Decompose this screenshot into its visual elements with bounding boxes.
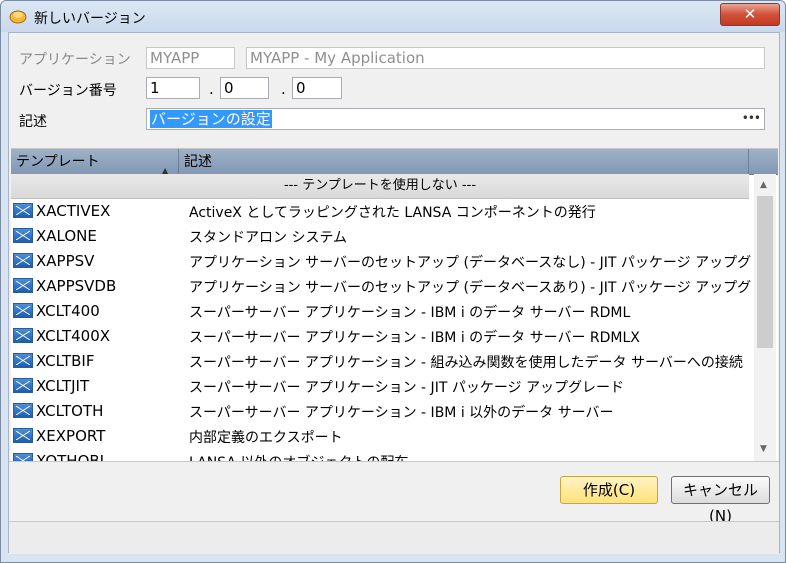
template-icon [13,303,33,318]
template-description: スーパーサーバー アプリケーション - 組み込み関数を使用したデータ サーバーへ… [189,355,743,371]
table-row[interactable]: XALONE スタンドアロン システム [11,224,751,249]
application-label: アプリケーション [19,52,131,68]
template-icon [13,278,33,293]
table-row[interactable]: XCLTJIT スーパーサーバー アプリケーション - JIT パッケージ アップ… [11,374,751,399]
version-number-label: バージョン番号 [19,83,117,99]
app-icon [9,10,27,24]
template-grid: テンプレート ▲ 記述 --- テンプレートを使用しない --- XACTIVE… [11,148,778,462]
table-row[interactable]: XCLT400X スーパーサーバー アプリケーション - IBM i のデータ サ… [11,324,751,349]
description-input[interactable]: バージョンの設定 ••• [146,108,765,130]
title-bar[interactable]: 新しいバージョン ✕ [1,1,785,32]
version-patch-input[interactable]: 0 [292,77,342,99]
template-icon [13,328,33,343]
dialog-window: 新しいバージョン ✕ アプリケーション MYAPP MYAPP - My App… [0,0,786,563]
table-row[interactable]: XACTIVEX ActiveX としてラッピングされた LANSA コンポーネン… [11,199,751,224]
version-separator: . [281,80,286,98]
template-description: アプリケーション サーバーのセットアップ (データベースなし) - JIT パッ… [189,255,751,271]
vertical-scrollbar[interactable]: ▲ ▼ [754,174,776,462]
template-name: XCLT400X [36,327,111,345]
table-row[interactable]: XAPPSVDB アプリケーション サーバーのセットアップ (データベースあり) … [11,274,751,299]
column-template-label: テンプレート [16,154,100,170]
more-button[interactable]: ••• [742,109,761,127]
template-name: XAPPSVDB [36,277,117,295]
template-icon [13,403,33,418]
close-icon: ✕ [743,5,757,23]
no-template-row[interactable]: --- テンプレートを使用しない --- [11,174,749,199]
template-icon [13,253,33,268]
scroll-thumb[interactable] [757,196,773,348]
template-name: XEXPORT [36,427,106,445]
template-description: スーパーサーバー アプリケーション - JIT パッケージ アップグレード [189,380,624,396]
template-name: XAPPSV [36,252,95,270]
window-title: 新しいバージョン [34,11,146,27]
grid-header: テンプレート ▲ 記述 [11,149,778,175]
version-major-input[interactable]: 1 [146,77,200,99]
template-description: ActiveX としてラッピングされた LANSA コンポーネントの発行 [189,205,596,221]
template-description: スーパーサーバー アプリケーション - IBM i のデータ サーバー RDML [189,305,631,321]
status-bar [9,521,779,554]
template-icon [13,378,33,393]
description-label: 記述 [19,114,47,130]
template-description: 内部定義のエクスポート [189,430,343,446]
column-header-description[interactable]: 記述 [179,149,749,174]
close-button[interactable]: ✕ [720,3,780,26]
template-name: XCLTJIT [36,377,90,395]
application-code-field: MYAPP [146,47,235,69]
template-icon [13,203,33,218]
application-name-field: MYAPP - My Application [246,47,765,69]
table-row[interactable]: XAPPSV アプリケーション サーバーのセットアップ (データベースなし) - … [11,249,751,274]
version-separator: . [209,80,214,98]
create-button[interactable]: 作成(C) [560,476,658,504]
template-name: XCLTOTH [36,402,104,420]
template-icon [13,428,33,443]
dialog-footer: 作成(C) キャンセル(N) [9,461,779,554]
template-name: XALONE [36,227,97,245]
template-icon [13,228,33,243]
template-description: スーパーサーバー アプリケーション - IBM i のデータ サーバー RDML… [189,330,640,346]
cancel-button[interactable]: キャンセル(N) [671,476,770,525]
description-text: バージョンの設定 [150,110,272,128]
template-rows: XACTIVEX ActiveX としてラッピングされた LANSA コンポーネン… [11,199,751,462]
table-row[interactable]: XCLTBIF スーパーサーバー アプリケーション - 組み込み関数を使用したデー… [11,349,751,374]
template-description: スーパーサーバー アプリケーション - IBM i 以外のデータ サーバー [189,405,614,421]
dialog-body: アプリケーション MYAPP MYAPP - My Application バー… [8,32,780,554]
table-row[interactable]: XCLTOTH スーパーサーバー アプリケーション - IBM i 以外のデータ … [11,399,751,424]
column-header-template[interactable]: テンプレート ▲ [11,149,179,175]
template-icon [13,353,33,368]
scroll-down-icon[interactable]: ▼ [760,444,767,454]
template-name: XCLT400 [36,302,100,320]
version-minor-input[interactable]: 0 [220,77,269,99]
table-row[interactable]: XEXPORT 内部定義のエクスポート [11,424,751,449]
column-description-label: 記述 [184,154,212,170]
template-description: アプリケーション サーバーのセットアップ (データベースあり) - JIT パッ… [189,280,751,296]
table-row[interactable]: XCLT400 スーパーサーバー アプリケーション - IBM i のデータ サー… [11,299,751,324]
template-name: XACTIVEX [36,202,111,220]
scroll-up-icon[interactable]: ▲ [760,180,767,190]
template-name: XCLTBIF [36,352,95,370]
template-description: スタンドアロン システム [189,230,348,246]
